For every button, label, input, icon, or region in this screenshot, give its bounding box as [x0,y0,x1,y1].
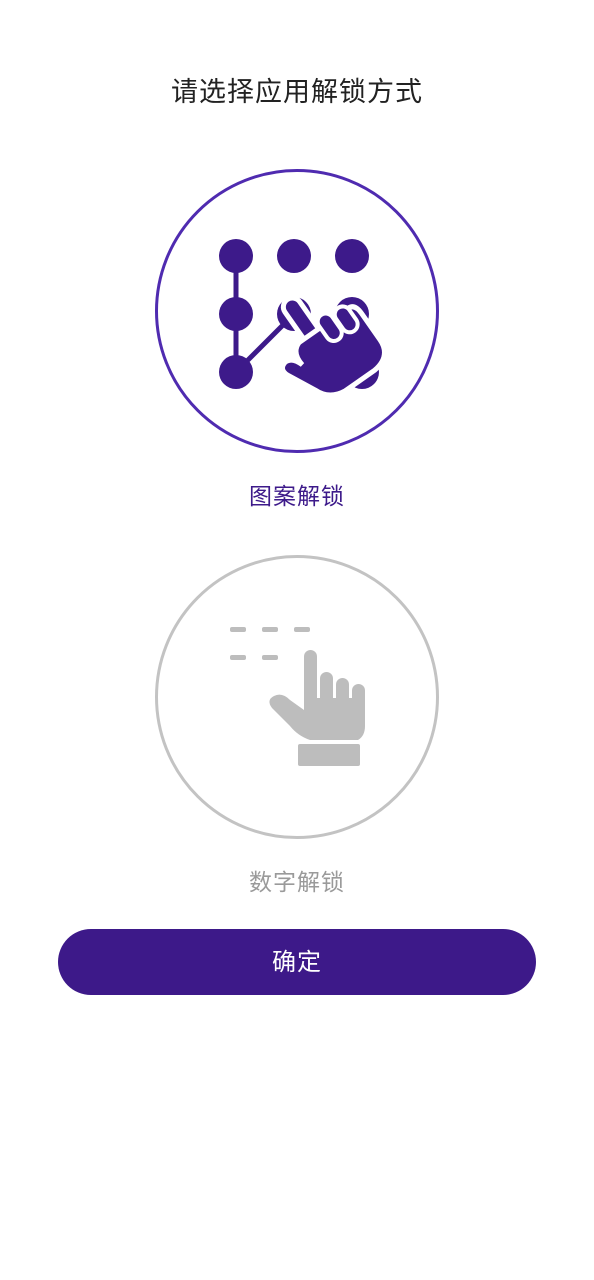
pattern-unlock-option[interactable] [155,169,439,453]
pattern-unlock-icon [219,239,388,398]
number-unlock-option[interactable] [155,555,439,839]
number-unlock-icon [230,627,365,766]
page-title: 请选择应用解锁方式 [171,77,423,108]
pattern-unlock-label[interactable]: 图案解锁 [0,479,594,515]
confirm-button[interactable]: 确定 [58,929,536,995]
number-unlock-label[interactable]: 数字解锁 [0,865,594,901]
